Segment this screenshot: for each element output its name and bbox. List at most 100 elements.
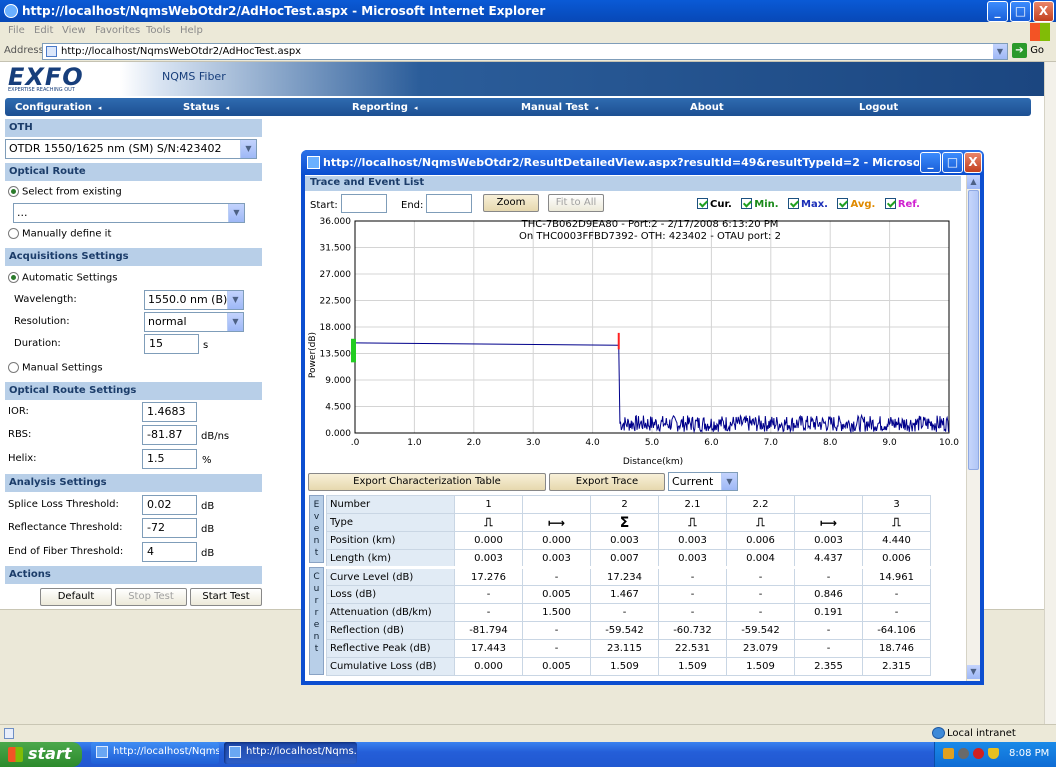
route-manual-option[interactable]: Manually define it <box>8 228 111 240</box>
route-existing-label: Select from existing <box>22 186 122 198</box>
scroll-down-icon[interactable]: ▼ <box>967 665 980 679</box>
nav-manual-test[interactable]: Manual Test ◂ <box>521 102 598 113</box>
x-tick-label: 2.0 <box>467 438 482 448</box>
popup-close-button[interactable]: X <box>964 152 982 173</box>
acq-auto-option[interactable]: Automatic Settings <box>8 272 117 284</box>
popup-maximize-button[interactable]: □ <box>942 152 963 173</box>
reflectance-input[interactable]: -72 <box>142 518 197 538</box>
table-cell: 0.003 <box>590 531 659 550</box>
taskbar-item-1[interactable]: http://localhost/Nqms... <box>91 742 219 764</box>
nav-logout[interactable]: Logout <box>859 102 898 113</box>
table-cell: 0.005 <box>522 585 591 604</box>
x-tick-label: 1.0 <box>407 438 422 448</box>
check-max[interactable]: Max. <box>788 198 828 210</box>
go-button[interactable]: ➔ Go <box>1012 43 1054 60</box>
check-min-label: Min. <box>754 198 779 210</box>
start-button[interactable]: start <box>0 742 82 767</box>
checkbox-checked-icon <box>741 198 753 209</box>
duration-input[interactable]: 15 <box>144 334 199 354</box>
check-avg[interactable]: Avg. <box>837 198 876 210</box>
otdr-trace-chart[interactable]: .0 1.0 2.0 3.0 4.0 5.0 6.0 7.0 8.0 9.0 10.0 36.000 3… <box>305 215 961 469</box>
checkbox-checked-icon <box>884 198 896 209</box>
menu-file[interactable]: File <box>8 25 25 36</box>
taskbar-item-label: http://localhost/Nqms... <box>113 746 219 757</box>
menu-view[interactable]: View <box>62 25 86 36</box>
wavelength-select[interactable]: 1550.0 nm (B) ▼ <box>144 290 244 310</box>
rbs-input[interactable]: -81.87 <box>142 425 197 445</box>
checkbox-checked-icon <box>837 198 849 209</box>
table-cell <box>794 495 863 514</box>
table-cell: 2.2 <box>726 495 795 514</box>
y-tick-label: 4.500 <box>325 403 351 413</box>
table-cell: 0.000 <box>454 531 523 550</box>
table-cell: - <box>658 567 727 586</box>
end-input[interactable] <box>426 194 472 213</box>
popup-scrollbar[interactable]: ▲ ▼ <box>966 175 980 681</box>
oth-select-value: OTDR 1550/1625 nm (SM) S/N:423402 <box>9 142 222 155</box>
page-scrollbar[interactable] <box>1044 62 1056 724</box>
tray-network-icon[interactable] <box>943 748 954 759</box>
system-tray: 8:08 PM <box>934 742 1056 767</box>
y-tick-label: 31.500 <box>320 244 352 254</box>
row-header: Position (km) <box>326 531 455 550</box>
nav-arrow-icon: ◂ <box>413 104 418 112</box>
route-existing-option[interactable]: Select from existing <box>8 186 122 198</box>
tray-sync-icon[interactable] <box>958 748 969 759</box>
popup-minimize-button[interactable]: _ <box>920 152 941 173</box>
x-axis-label: Distance(km) <box>623 457 683 467</box>
zone-label: Local intranet <box>947 728 1016 739</box>
menu-tools[interactable]: Tools <box>146 25 171 36</box>
y-tick-label: 0.000 <box>325 429 351 439</box>
event-table: Number 1 2 2.1 2.2 3 Type ⎍ ⟼ Σ ⎍ ⎍ ⟼ ⎍ Position (km) 0… <box>326 495 931 676</box>
zoom-button[interactable]: Zoom <box>483 194 539 212</box>
ior-input[interactable]: 1.4683 <box>142 402 197 422</box>
zone-icon <box>932 727 945 739</box>
table-cell: -60.732 <box>658 621 727 640</box>
scroll-up-icon[interactable]: ▲ <box>967 175 980 189</box>
nav-configuration[interactable]: Configuration ◂ <box>15 102 101 113</box>
menu-favorites[interactable]: Favorites <box>95 25 140 36</box>
menu-help[interactable]: Help <box>180 25 203 36</box>
table-row: Length (km) 0.003 0.003 0.007 0.003 0.004 4.43… <box>326 549 931 568</box>
start-input[interactable] <box>341 194 387 213</box>
eof-input[interactable]: 4 <box>142 542 197 562</box>
row-header: Reflection (dB) <box>326 621 455 640</box>
tray-shield-icon[interactable] <box>988 748 999 759</box>
nav-about[interactable]: About <box>690 102 724 113</box>
minimize-button[interactable]: _ <box>987 1 1008 22</box>
check-ref[interactable]: Ref. <box>884 198 920 210</box>
menu-edit[interactable]: Edit <box>34 25 53 36</box>
export-table-button[interactable]: Export Characterization Table <box>308 473 546 491</box>
oth-select[interactable]: OTDR 1550/1625 nm (SM) S/N:423402 ▼ <box>5 139 257 159</box>
check-current[interactable]: Cur. <box>697 198 732 210</box>
maximize-button[interactable]: □ <box>1010 1 1031 22</box>
acq-manual-option[interactable]: Manual Settings <box>8 362 103 374</box>
address-url: http://localhost/NqmsWebOtdr2/AdHocTest.… <box>61 46 302 57</box>
table-cell: -64.106 <box>862 621 931 640</box>
fit-to-all-button[interactable]: Fit to All <box>548 194 604 212</box>
check-avg-label: Avg. <box>850 198 876 210</box>
radio-unselected-icon <box>8 228 19 239</box>
trace-select[interactable]: Current ▼ <box>668 472 738 491</box>
nav-reporting[interactable]: Reporting ◂ <box>352 102 417 113</box>
start-test-button[interactable]: Start Test <box>190 588 262 606</box>
splice-input[interactable]: 0.02 <box>142 495 197 515</box>
address-field[interactable]: http://localhost/NqmsWebOtdr2/AdHocTest.… <box>42 43 1008 60</box>
row-header: Reflective Peak (dB) <box>326 639 455 658</box>
address-dropdown-icon[interactable]: ▼ <box>993 44 1007 59</box>
nav-arrow-icon: ◂ <box>225 104 230 112</box>
check-max-label: Max. <box>801 198 828 210</box>
close-button[interactable]: X <box>1033 1 1054 22</box>
resolution-select[interactable]: normal ▼ <box>144 312 244 332</box>
route-existing-select[interactable]: ... ▼ <box>13 203 245 223</box>
scroll-thumb[interactable] <box>968 190 979 470</box>
export-trace-button[interactable]: Export Trace <box>549 473 665 491</box>
table-cell: 2.355 <box>794 657 863 676</box>
default-button[interactable]: Default <box>40 588 112 606</box>
nav-status[interactable]: Status ◂ <box>183 102 229 113</box>
check-min[interactable]: Min. <box>741 198 779 210</box>
helix-input[interactable]: 1.5 <box>142 449 197 469</box>
tray-security-icon[interactable] <box>973 748 984 759</box>
taskbar-item-2[interactable]: http://localhost/Nqms... <box>224 742 357 764</box>
stop-test-button[interactable]: Stop Test <box>115 588 187 606</box>
